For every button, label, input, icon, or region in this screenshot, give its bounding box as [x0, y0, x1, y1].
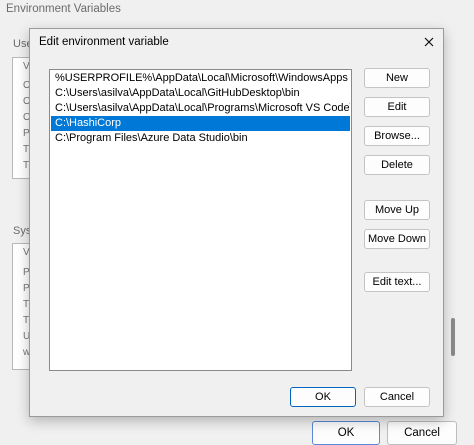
dialog-title: Edit environment variable [39, 36, 169, 48]
cancel-button[interactable]: Cancel [364, 387, 430, 407]
close-icon [424, 37, 434, 47]
ok-button[interactable]: OK [312, 421, 380, 445]
move-up-button[interactable]: Move Up [364, 200, 430, 220]
delete-button[interactable]: Delete [364, 155, 430, 175]
scrollbar-thumb[interactable] [451, 318, 455, 356]
path-item[interactable]: C:\Users\asilva\AppData\Local\GitHubDesk… [51, 86, 350, 101]
new-button[interactable]: New [364, 68, 430, 88]
edit-button[interactable]: Edit [364, 97, 430, 117]
ok-button[interactable]: OK [290, 387, 356, 407]
window-title: Environment Variables [6, 3, 121, 15]
path-item-selected[interactable]: C:\HashiCorp [51, 116, 350, 131]
close-button[interactable] [418, 32, 440, 52]
path-item[interactable]: %USERPROFILE%\AppData\Local\Microsoft\Wi… [51, 71, 350, 86]
path-item[interactable]: C:\Program Files\Azure Data Studio\bin [51, 131, 350, 146]
edit-environment-variable-dialog: Edit environment variable %USERPROFILE%\… [29, 28, 444, 417]
path-list[interactable]: %USERPROFILE%\AppData\Local\Microsoft\Wi… [49, 69, 352, 371]
cancel-button[interactable]: Cancel [387, 421, 457, 445]
browse-button[interactable]: Browse... [364, 126, 430, 146]
path-item[interactable]: C:\Users\asilva\AppData\Local\Programs\M… [51, 101, 350, 116]
move-down-button[interactable]: Move Down [364, 229, 430, 249]
edit-text-button[interactable]: Edit text... [364, 272, 430, 292]
